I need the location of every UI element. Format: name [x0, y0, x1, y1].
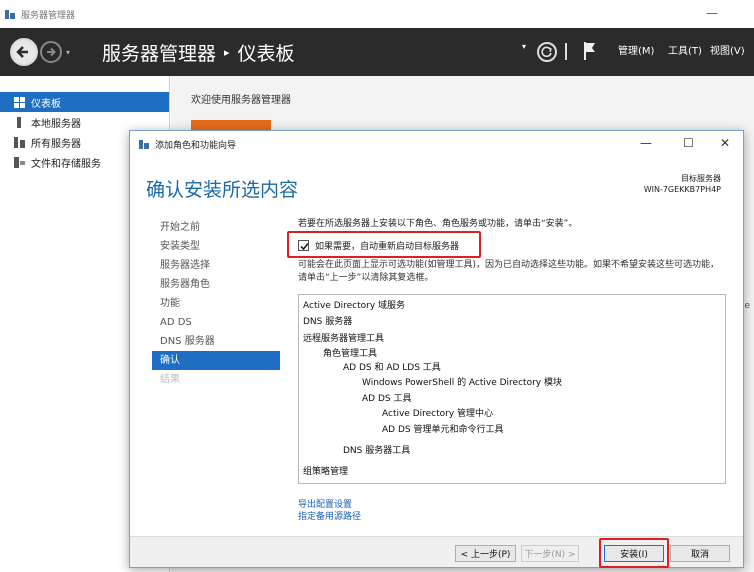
- back-button[interactable]: [10, 38, 38, 66]
- sidebar-item-label: 仪表板: [31, 98, 61, 110]
- list-item: Active Directory 域服务: [303, 301, 406, 311]
- close-icon[interactable]: ✕: [720, 136, 730, 150]
- list-item: DNS 服务器: [303, 317, 353, 327]
- restart-option[interactable]: 如果需要，自动重新启动目标服务器: [298, 239, 459, 252]
- sidebar-item-label: 所有服务器: [31, 138, 81, 150]
- background-text-fragment: e: [744, 301, 750, 311]
- dashboard-icon: [14, 96, 25, 108]
- wizard-titlebar: 添加角色和功能向导 — ☐ ✕: [130, 131, 743, 157]
- confirmation-description: 若要在所选服务器上安装以下角色、角色服务或功能，请单击“安装”。: [298, 219, 578, 229]
- server-manager-titlebar: 服务器管理器 —: [0, 0, 754, 28]
- sidebar-item-label: 文件和存储服务: [31, 158, 101, 170]
- page-title: 确认安装所选内容: [146, 179, 299, 201]
- view-menu[interactable]: 视图(V): [710, 42, 745, 57]
- minimize-icon[interactable]: —: [640, 136, 652, 150]
- step-before-you-begin[interactable]: 开始之前: [152, 218, 280, 237]
- list-item: AD DS 管理单元和命令行工具: [382, 425, 504, 435]
- sidebar-item-dashboard[interactable]: 仪表板: [0, 92, 169, 112]
- restart-checkbox[interactable]: [298, 240, 309, 251]
- cancel-button[interactable]: 取消: [670, 545, 730, 562]
- refresh-icon: [541, 46, 552, 58]
- checkmark-icon: [300, 243, 309, 251]
- server-manager-toolbar: ▾ 服务器管理器 ▸ 仪表板 ▾ 管理(M) 工具(T) 视图(V): [0, 28, 754, 76]
- destination-server: 目标服务器 WIN-7GEKKB7PH4P: [644, 173, 721, 195]
- refresh-dropdown-icon[interactable]: ▾: [522, 42, 526, 51]
- alternate-source-path-link[interactable]: 指定备用源路径: [298, 509, 361, 522]
- notifications-flag-icon[interactable]: [583, 41, 597, 61]
- destination-server-label: 目标服务器: [681, 174, 721, 183]
- tools-menu[interactable]: 工具(T): [668, 42, 702, 57]
- step-features[interactable]: 功能: [152, 294, 280, 313]
- step-server-roles[interactable]: 服务器角色: [152, 275, 280, 294]
- wizard-title: 添加角色和功能向导: [155, 140, 237, 151]
- list-item: 远程服务器管理工具: [303, 334, 385, 344]
- sidebar-item-local-server[interactable]: 本地服务器: [0, 112, 169, 132]
- restart-label[interactable]: 如果需要，自动重新启动目标服务器: [315, 239, 459, 252]
- list-item: AD DS 工具: [362, 394, 412, 404]
- destination-server-name: WIN-7GEKKB7PH4P: [643, 185, 721, 194]
- forward-button[interactable]: [40, 41, 62, 63]
- arrow-right-icon: [47, 47, 56, 57]
- maximize-icon[interactable]: ☐: [683, 136, 694, 150]
- selected-features-list: Active Directory 域服务 DNS 服务器 远程服务器管理工具 角…: [298, 294, 726, 484]
- step-confirmation[interactable]: 确认: [152, 351, 280, 370]
- welcome-heading: 欢迎使用服务器管理器: [191, 95, 291, 106]
- list-item: DNS 服务器工具: [343, 446, 411, 456]
- refresh-button[interactable]: [537, 42, 557, 62]
- wizard-steps-nav: 开始之前 安装类型 服务器选择 服务器角色 功能 AD DS DNS 服务器 确…: [152, 218, 280, 389]
- breadcrumb-current: 仪表板: [237, 43, 295, 65]
- install-highlight-box: [599, 538, 669, 568]
- list-item: Active Directory 管理中心: [382, 409, 494, 419]
- list-item: 组策略管理: [303, 467, 349, 477]
- step-server-selection[interactable]: 服务器选择: [152, 256, 280, 275]
- wizard-app-icon: [139, 140, 149, 149]
- history-dropdown-icon[interactable]: ▾: [66, 48, 70, 57]
- step-ad-ds[interactable]: AD DS: [152, 313, 280, 332]
- sidebar-item-label: 本地服务器: [31, 118, 81, 130]
- step-dns-server[interactable]: DNS 服务器: [152, 332, 280, 351]
- add-roles-wizard-dialog: 添加角色和功能向导 — ☐ ✕ 确认安装所选内容 目标服务器 WIN-7GEKK…: [129, 130, 744, 568]
- chevron-right-icon: ▸: [224, 46, 230, 59]
- manage-menu[interactable]: 管理(M): [618, 42, 654, 57]
- previous-button[interactable]: < 上一步(P): [455, 545, 516, 562]
- servers-icon: [14, 136, 25, 148]
- next-button: 下一步(N) >: [521, 545, 579, 562]
- window-title: 服务器管理器: [21, 10, 76, 21]
- arrow-left-icon: [16, 46, 28, 58]
- minimize-icon[interactable]: —: [706, 6, 718, 20]
- server-icon: [17, 116, 21, 128]
- list-item: AD DS 和 AD LDS 工具: [343, 363, 441, 373]
- list-item: 角色管理工具: [323, 349, 378, 359]
- toolbar-divider: [565, 43, 567, 60]
- server-manager-app-icon: [5, 10, 15, 19]
- list-item: Windows PowerShell 的 Active Directory 模块: [362, 378, 562, 388]
- step-installation-type[interactable]: 安装类型: [152, 237, 280, 256]
- breadcrumb-root[interactable]: 服务器管理器: [102, 39, 216, 66]
- optional-features-note: 可能会在此页面上显示可选功能(如管理工具)，因为已自动选择这些功能。如果不希望安…: [298, 260, 720, 283]
- storage-icon: [14, 156, 25, 168]
- breadcrumb: 服务器管理器 ▸ 仪表板: [102, 39, 295, 66]
- step-results: 结果: [160, 374, 180, 385]
